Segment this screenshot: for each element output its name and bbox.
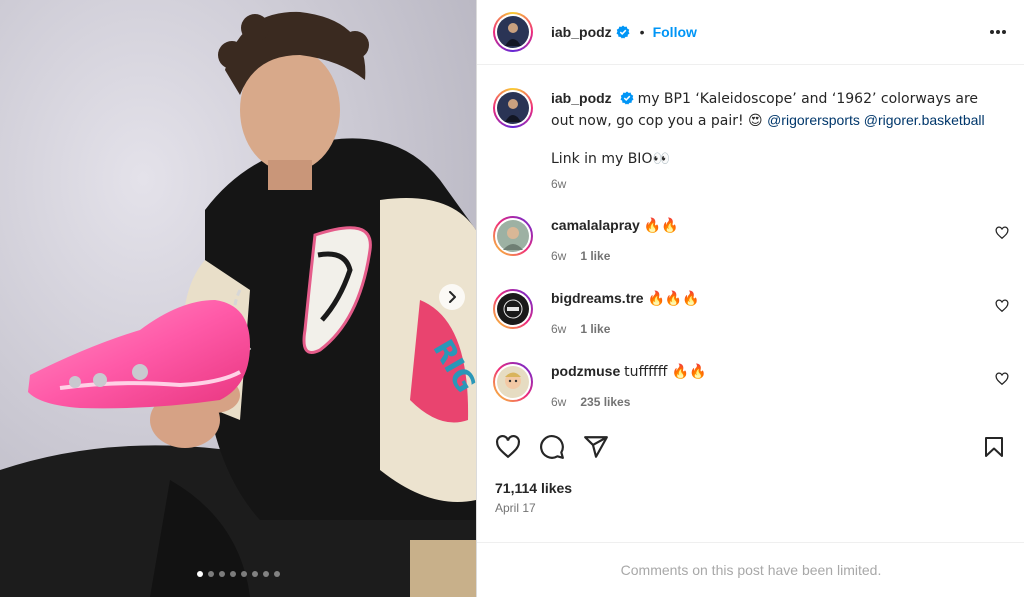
share-icon[interactable] — [583, 434, 609, 460]
comment-text: 🔥🔥🔥 — [647, 291, 700, 307]
comment-item: bigdreams.tre 🔥🔥🔥 6w 1 like — [493, 289, 1009, 339]
comment-text: 🔥🔥 — [643, 218, 679, 234]
comment-item: podzmuse tuffffff 🔥🔥 6w 235 likes — [493, 362, 1009, 412]
post-date[interactable]: April 17 — [495, 501, 536, 515]
comments-section: iab_podz my BP1 ‘Kaleidoscope’ and ‘1962… — [477, 66, 1024, 426]
comment-text: tuffffff 🔥🔥 — [624, 364, 707, 380]
comment-timestamp[interactable]: 6w — [551, 322, 566, 336]
mention-link[interactable]: @rigorersports — [767, 112, 860, 128]
comment-heart-icon[interactable] — [995, 372, 1009, 386]
author-avatar-image — [497, 16, 529, 48]
post-caption: iab_podz my BP1 ‘Kaleidoscope’ and ‘1962… — [493, 88, 1001, 195]
caption-avatar-image — [497, 92, 529, 124]
caption-link-line: Link in my BIO👀 — [551, 151, 670, 167]
more-horizontal-icon[interactable] — [988, 22, 1008, 42]
comment-item: camalalapray 🔥🔥 6w 1 like — [493, 216, 1009, 266]
caption-author-username[interactable]: iab_podz — [551, 90, 612, 106]
bookmark-icon[interactable] — [982, 434, 1006, 460]
carousel-dot — [273, 571, 280, 577]
carousel-dot — [240, 571, 247, 577]
carousel-dot — [207, 571, 214, 577]
chevron-right-icon — [449, 291, 456, 303]
post-photo-illustration: RIG — [0, 0, 476, 597]
mention-link[interactable]: @rigorer.basketball — [864, 112, 985, 128]
comment-likes[interactable]: 235 likes — [580, 395, 630, 409]
comment-heart-icon[interactable] — [995, 299, 1009, 313]
header-separator: • — [639, 24, 645, 40]
commenter-avatar[interactable] — [493, 289, 533, 329]
author-username[interactable]: iab_podz — [551, 24, 612, 40]
comment-timestamp[interactable]: 6w — [551, 249, 566, 263]
comment-likes[interactable]: 1 like — [580, 249, 610, 263]
heart-icon[interactable] — [495, 434, 521, 460]
comment-heart-icon[interactable] — [995, 226, 1009, 240]
follow-button[interactable]: Follow — [653, 24, 697, 40]
verified-badge-icon — [616, 25, 630, 39]
caption-author-avatar[interactable] — [493, 88, 533, 128]
carousel-next-button[interactable] — [439, 284, 465, 310]
comments-limited-notice: Comments on this post have been limited. — [477, 542, 1024, 597]
comment-username[interactable]: bigdreams.tre — [551, 290, 644, 306]
comment-username[interactable]: camalalapray — [551, 217, 640, 233]
caption-text-block: iab_podz my BP1 ‘Kaleidoscope’ and ‘1962… — [551, 88, 1001, 195]
comment-icon[interactable] — [539, 434, 565, 460]
comment-likes[interactable]: 1 like — [580, 322, 610, 336]
carousel-dot — [218, 571, 225, 577]
comment-username[interactable]: podzmuse — [551, 363, 620, 379]
verified-badge-icon — [620, 91, 634, 105]
commenter-avatar[interactable] — [493, 216, 533, 256]
carousel-dot — [229, 571, 236, 577]
carousel-indicator — [0, 571, 476, 577]
like-count[interactable]: 71,114 likes — [495, 480, 572, 496]
carousel-dot — [251, 571, 258, 577]
caption-timestamp[interactable]: 6w — [551, 174, 1001, 195]
carousel-dot — [196, 571, 203, 577]
post-header: iab_podz • Follow — [477, 0, 1024, 65]
post-details-panel: iab_podz • Follow iab_podz my BP1 ‘Kalei… — [476, 0, 1024, 597]
post-actions-bar — [477, 428, 1024, 468]
post-image[interactable]: RIG — [0, 0, 476, 597]
carousel-dot — [262, 571, 269, 577]
author-avatar[interactable] — [493, 12, 533, 52]
commenter-avatar[interactable] — [493, 362, 533, 402]
comment-timestamp[interactable]: 6w — [551, 395, 566, 409]
